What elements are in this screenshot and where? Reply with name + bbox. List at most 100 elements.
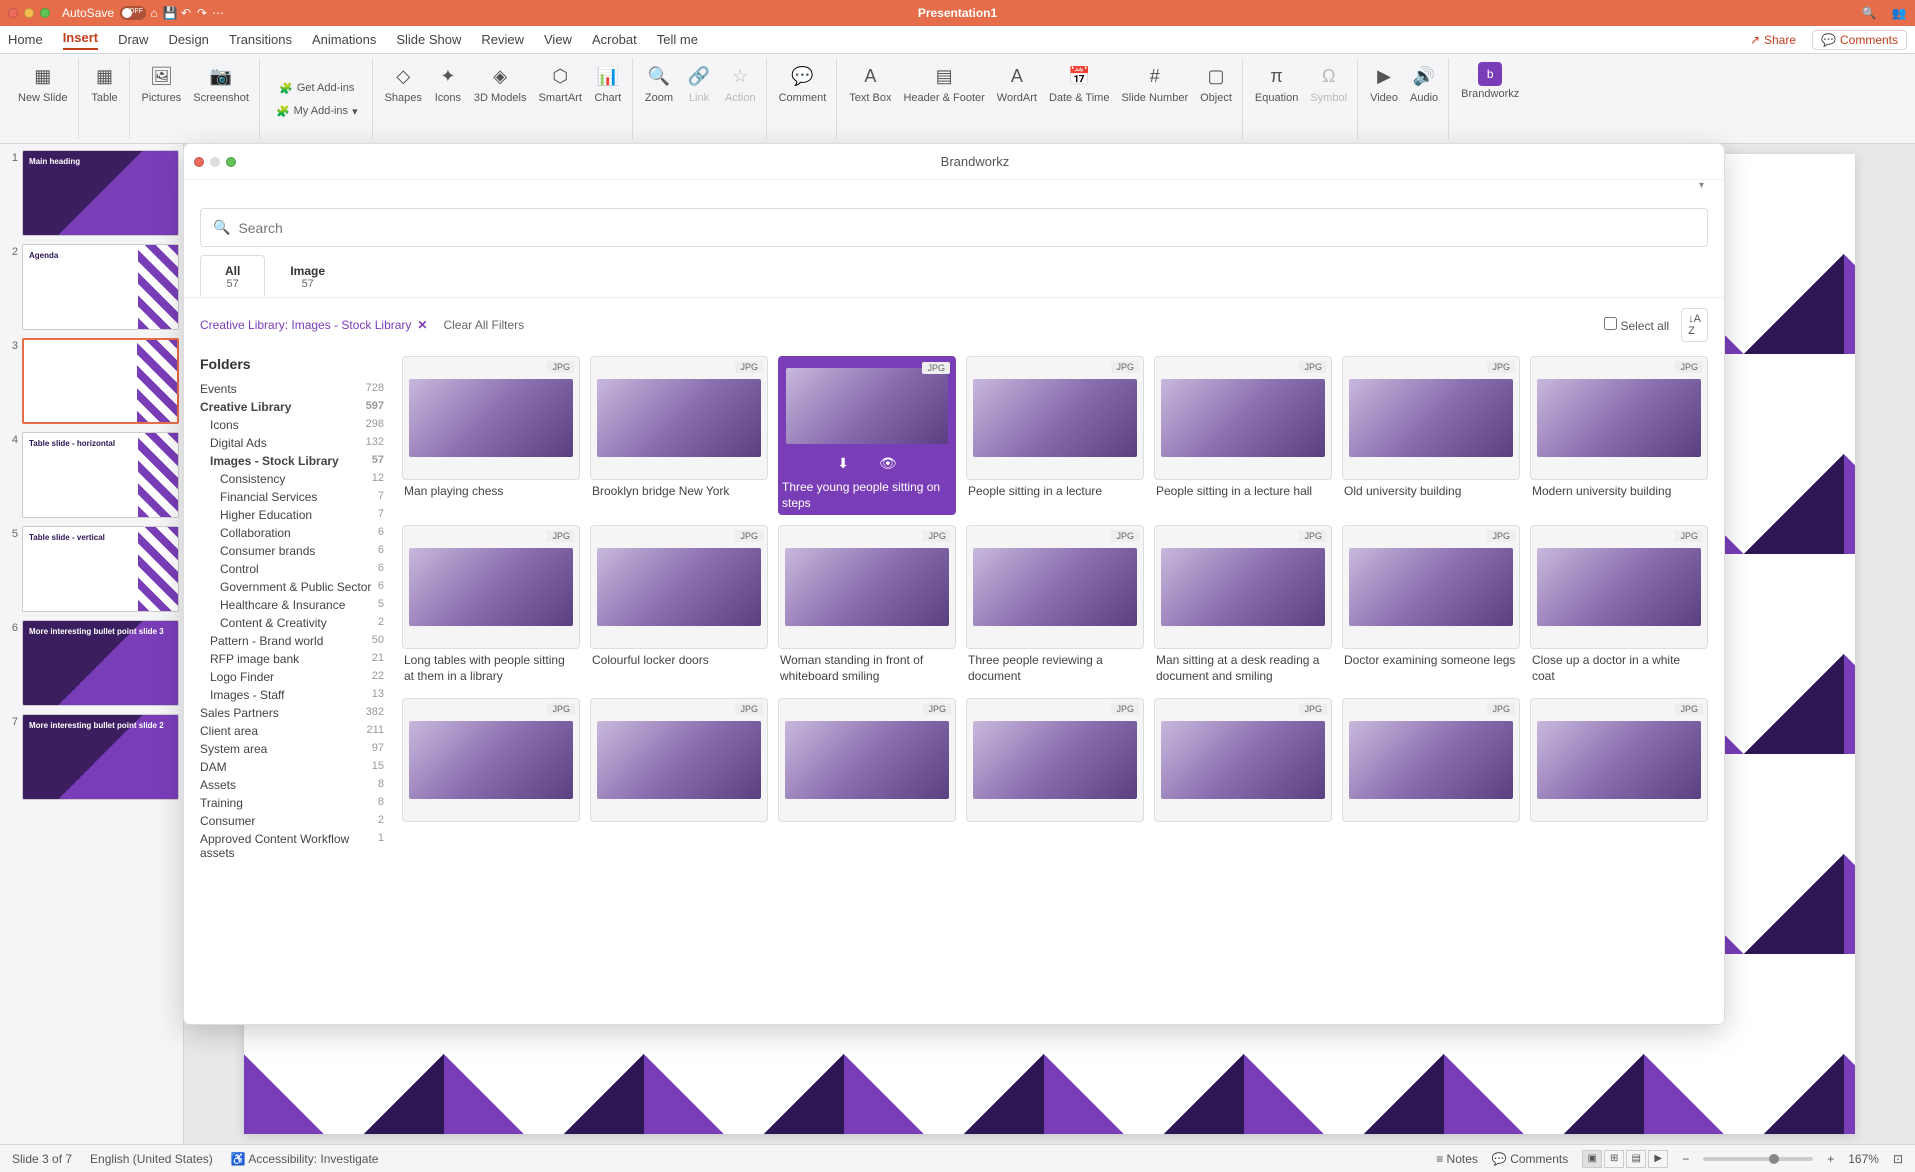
notes-toggle[interactable]: ≡ Notes — [1436, 1152, 1478, 1166]
image-card[interactable]: JPGWoman standing in front of whiteboard… — [778, 525, 956, 688]
folder-item[interactable]: Pattern - Brand world50 — [200, 632, 384, 650]
image-card[interactable]: JPGLong tables with people sitting at th… — [402, 525, 580, 688]
image-card[interactable]: JPG — [1342, 698, 1520, 830]
slide-number-button[interactable]: #Slide Number — [1121, 62, 1188, 104]
wordart-button[interactable]: AWordArt — [997, 62, 1037, 104]
redo-icon[interactable]: ↷ — [194, 6, 210, 20]
image-card[interactable]: JPG⬇👁Three young people sitting on steps — [778, 356, 956, 515]
filter-chip[interactable]: Creative Library: Images - Stock Library… — [200, 318, 427, 332]
folder-item[interactable]: Sales Partners382 — [200, 704, 384, 722]
icons-button[interactable]: ✦Icons — [434, 62, 462, 104]
object-button[interactable]: ▢Object — [1200, 62, 1232, 104]
folder-item[interactable]: Financial Services7 — [200, 488, 384, 506]
folder-item[interactable]: Assets8 — [200, 776, 384, 794]
folder-item[interactable]: Content & Creativity2 — [200, 614, 384, 632]
reading-view-button[interactable]: ▤ — [1626, 1150, 1646, 1168]
folder-item[interactable]: Collaboration6 — [200, 524, 384, 542]
tab-home[interactable]: Home — [8, 32, 43, 47]
slide-thumbnail[interactable]: ★7More interesting bullet point slide 2 — [4, 714, 179, 800]
video-button[interactable]: ▶Video — [1370, 62, 1398, 104]
tab-acrobat[interactable]: Acrobat — [592, 32, 637, 47]
save-icon[interactable]: 💾 — [162, 6, 178, 20]
image-card[interactable]: JPG — [402, 698, 580, 830]
header-footer-button[interactable]: ▤Header & Footer — [903, 62, 984, 104]
preview-icon[interactable]: 👁 — [879, 455, 897, 472]
search-icon[interactable]: 🔍 — [1861, 6, 1877, 20]
smartart-button[interactable]: ⬡SmartArt — [538, 62, 581, 104]
close-window-icon[interactable] — [8, 8, 18, 18]
image-card[interactable]: JPGPeople sitting in a lecture — [966, 356, 1144, 515]
accessibility-indicator[interactable]: ♿ Accessibility: Investigate — [231, 1152, 379, 1166]
comments-toggle[interactable]: 💬 Comments — [1492, 1152, 1568, 1166]
image-card[interactable]: JPGColourful locker doors — [590, 525, 768, 688]
collapse-toggle[interactable]: ▾ — [184, 180, 1724, 200]
comment-button[interactable]: 💬Comment — [779, 62, 827, 104]
tab-draw[interactable]: Draw — [118, 32, 148, 47]
get-addins-button[interactable]: 🧩 Get Add-ins — [275, 80, 358, 97]
slide-indicator[interactable]: Slide 3 of 7 — [12, 1152, 72, 1166]
folder-item[interactable]: RFP image bank21 — [200, 650, 384, 668]
clear-filters-button[interactable]: Clear All Filters — [443, 318, 524, 332]
folder-item[interactable]: System area97 — [200, 740, 384, 758]
audio-button[interactable]: 🔊Audio — [1410, 62, 1438, 104]
search-box[interactable]: 🔍 — [200, 208, 1708, 247]
sorter-view-button[interactable]: ⊞ — [1604, 1150, 1624, 1168]
folder-item[interactable]: Consumer2 — [200, 812, 384, 830]
addin-close-icon[interactable] — [194, 157, 204, 167]
image-card[interactable]: JPGDoctor examining someone legs — [1342, 525, 1520, 688]
comments-button[interactable]: 💬 Comments — [1812, 30, 1907, 50]
tab-insert[interactable]: Insert — [63, 30, 98, 50]
folder-item[interactable]: Logo Finder22 — [200, 668, 384, 686]
image-card[interactable]: JPGClose up a doctor in a white coat — [1530, 525, 1708, 688]
folder-item[interactable]: Images - Staff13 — [200, 686, 384, 704]
folder-item[interactable]: Icons298 — [200, 416, 384, 434]
tab-transitions[interactable]: Transitions — [229, 32, 292, 47]
folder-item[interactable]: Control6 — [200, 560, 384, 578]
chip-remove-icon[interactable]: ✕ — [417, 318, 427, 332]
fit-button[interactable]: ⊡ — [1893, 1152, 1903, 1166]
tab-design[interactable]: Design — [168, 32, 208, 47]
slide-thumbnail[interactable]: 1Main heading — [4, 150, 179, 236]
zoom-in-button[interactable]: + — [1827, 1152, 1834, 1166]
datetime-button[interactable]: 📅Date & Time — [1049, 62, 1110, 104]
filter-tab-image[interactable]: Image57 — [265, 255, 350, 297]
slide-thumbnail[interactable]: 5Table slide - vertical — [4, 526, 179, 612]
tab-review[interactable]: Review — [481, 32, 524, 47]
tab-slide-show[interactable]: Slide Show — [396, 32, 461, 47]
filter-tab-all[interactable]: All57 — [200, 255, 265, 297]
folder-item[interactable]: Consistency12 — [200, 470, 384, 488]
slide-thumbnails-panel[interactable]: 1Main heading2Agenda34Table slide - hori… — [0, 144, 184, 1144]
slide-thumbnail[interactable]: ★6More interesting bullet point slide 3 — [4, 620, 179, 706]
tab-view[interactable]: View — [544, 32, 572, 47]
folder-item[interactable]: Consumer brands6 — [200, 542, 384, 560]
download-icon[interactable]: ⬇ — [837, 455, 849, 472]
folder-item[interactable]: Digital Ads132 — [200, 434, 384, 452]
folder-item[interactable]: Images - Stock Library57 — [200, 452, 384, 470]
folder-item[interactable]: Healthcare & Insurance5 — [200, 596, 384, 614]
chart-button[interactable]: 📊Chart — [594, 62, 622, 104]
search-input[interactable] — [238, 220, 1695, 236]
home-icon[interactable]: ⌂ — [146, 6, 162, 20]
share-menu-icon[interactable]: 👥 — [1891, 6, 1907, 20]
image-card[interactable]: JPG — [778, 698, 956, 830]
table-button[interactable]: ▦Table — [91, 62, 119, 104]
zoom-slider[interactable] — [1703, 1157, 1813, 1161]
folder-item[interactable]: Creative Library597 — [200, 398, 384, 416]
folder-item[interactable]: Events728 — [200, 380, 384, 398]
image-card[interactable]: JPG — [1530, 698, 1708, 830]
sort-button[interactable]: ↓AZ — [1681, 308, 1708, 342]
equation-button[interactable]: πEquation — [1255, 62, 1298, 104]
zoom-button[interactable]: 🔍Zoom — [645, 62, 673, 104]
folder-item[interactable]: DAM15 — [200, 758, 384, 776]
normal-view-button[interactable]: ▣ — [1582, 1150, 1602, 1168]
select-all-checkbox[interactable]: Select all — [1604, 317, 1669, 333]
undo-icon[interactable]: ↶ — [178, 6, 194, 20]
image-card[interactable]: JPG — [590, 698, 768, 830]
autosave-toggle[interactable]: AutoSave OFF — [62, 6, 146, 20]
folder-item[interactable]: Client area211 — [200, 722, 384, 740]
image-card[interactable]: JPGBrooklyn bridge New York — [590, 356, 768, 515]
slide-thumbnail[interactable]: 2Agenda — [4, 244, 179, 330]
image-card[interactable]: JPGMan playing chess — [402, 356, 580, 515]
folder-item[interactable]: Training8 — [200, 794, 384, 812]
folder-item[interactable]: Higher Education7 — [200, 506, 384, 524]
